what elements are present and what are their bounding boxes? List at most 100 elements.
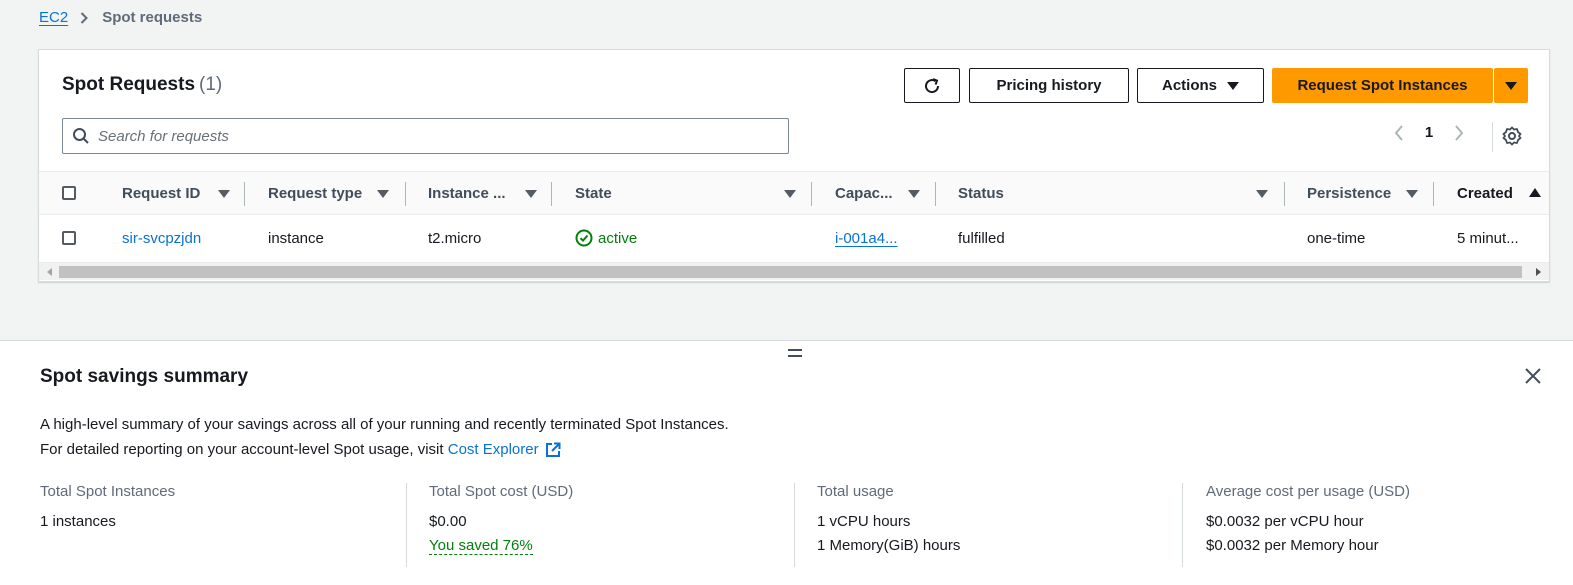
metric-value: 1 Memory(GiB) hours bbox=[817, 537, 961, 554]
breadcrumb: EC2 Spot requests bbox=[39, 9, 202, 26]
sort-icon[interactable] bbox=[784, 190, 796, 198]
column-resizer[interactable] bbox=[1433, 182, 1434, 206]
metric-value: $0.0032 per vCPU hour bbox=[1206, 513, 1364, 530]
caret-down-icon bbox=[1505, 81, 1517, 90]
cost-explorer-link[interactable]: Cost Explorer bbox=[448, 437, 561, 462]
spot-savings-panel: Spot savings summary A high-level summar… bbox=[0, 340, 1573, 585]
metric-total-cost: Total Spot cost (USD) $0.00 You saved 76… bbox=[429, 483, 573, 567]
row-select-cell bbox=[62, 215, 76, 261]
panel-title: Spot savings summary bbox=[40, 366, 249, 387]
page-title: Spot Requests (1) bbox=[62, 74, 222, 96]
metric-divider bbox=[406, 483, 407, 567]
search-icon bbox=[73, 128, 89, 144]
metric-value: 1 vCPU hours bbox=[817, 513, 911, 530]
metric-divider bbox=[1182, 483, 1183, 567]
sort-icon[interactable] bbox=[1256, 190, 1268, 198]
savings-percentage[interactable]: You saved 76% bbox=[429, 537, 533, 555]
table-row[interactable]: sir-svcpzjdn instance t2.micro active i-… bbox=[39, 215, 1549, 261]
capacity-cell: i-001a4... bbox=[835, 215, 898, 261]
select-all-cell bbox=[62, 172, 76, 214]
sort-icon[interactable] bbox=[525, 190, 537, 198]
request-options-dropdown-button[interactable] bbox=[1494, 68, 1528, 103]
metric-value: 1 instances bbox=[40, 513, 116, 530]
metric-label: Average cost per usage (USD) bbox=[1206, 483, 1410, 500]
scroll-right-icon[interactable] bbox=[1536, 268, 1541, 276]
column-resizer[interactable] bbox=[935, 182, 936, 206]
state-cell: active bbox=[575, 215, 637, 261]
request-type-cell: instance bbox=[268, 229, 324, 247]
search-field bbox=[62, 118, 789, 154]
column-resizer[interactable] bbox=[1284, 182, 1285, 206]
chevron-left-icon[interactable] bbox=[1394, 124, 1404, 141]
chevron-right-icon bbox=[80, 11, 89, 24]
persistence-cell: one-time bbox=[1307, 229, 1366, 247]
title-text: Spot Requests bbox=[62, 74, 196, 95]
state-text: active bbox=[598, 229, 638, 247]
scroll-left-icon[interactable] bbox=[47, 268, 52, 276]
sort-icon[interactable] bbox=[1406, 190, 1418, 198]
refresh-button[interactable] bbox=[904, 68, 960, 103]
column-header-persistence[interactable]: Persistence bbox=[1307, 172, 1391, 214]
table-head: Request ID Request type Instance ... Sta… bbox=[39, 171, 1549, 215]
description-line-1: A high-level summary of your savings acr… bbox=[40, 416, 729, 433]
request-id-link[interactable]: sir-svcpzjdn bbox=[122, 215, 201, 261]
metric-value: $0.00 bbox=[429, 513, 467, 530]
request-spot-instances-button[interactable]: Request Spot Instances bbox=[1272, 68, 1493, 103]
sort-ascending-icon[interactable] bbox=[1529, 188, 1541, 197]
sort-icon[interactable] bbox=[908, 190, 920, 198]
close-icon[interactable] bbox=[1524, 367, 1542, 385]
metric-label: Total Spot cost (USD) bbox=[429, 483, 574, 500]
metric-divider bbox=[794, 483, 795, 567]
column-resizer[interactable] bbox=[405, 182, 406, 206]
breadcrumb-ec2-link[interactable]: EC2 bbox=[39, 9, 68, 26]
scroll-thumb[interactable] bbox=[59, 266, 1522, 278]
sort-icon[interactable] bbox=[218, 190, 230, 198]
metric-label: Total Spot Instances bbox=[40, 483, 176, 500]
savings-metrics: Total Spot Instances 1 instances Total S… bbox=[0, 483, 1573, 568]
actions-label: Actions bbox=[1161, 77, 1217, 94]
column-header-status[interactable]: Status bbox=[958, 172, 1004, 214]
column-header-capacity[interactable]: Capac... bbox=[835, 172, 893, 214]
column-header-created[interactable]: Created bbox=[1457, 172, 1513, 214]
column-resizer[interactable] bbox=[811, 182, 812, 206]
title-count: (1) bbox=[199, 74, 223, 95]
external-link-icon bbox=[545, 442, 561, 457]
column-header-instance-type[interactable]: Instance ... bbox=[428, 172, 506, 214]
instance-id-link[interactable]: i-001a4... bbox=[835, 230, 898, 247]
spot-requests-table: Request ID Request type Instance ... Sta… bbox=[39, 171, 1549, 261]
select-all-checkbox[interactable] bbox=[62, 186, 76, 200]
metric-total-usage: Total usage 1 vCPU hours 1 Memory(GiB) h… bbox=[817, 483, 960, 567]
column-header-state[interactable]: State bbox=[575, 172, 612, 214]
actions-dropdown-button[interactable]: Actions bbox=[1137, 68, 1264, 103]
metric-label: Total usage bbox=[817, 483, 894, 500]
cost-explorer-label: Cost Explorer bbox=[447, 441, 539, 458]
metric-value: $0.0032 per Memory hour bbox=[1206, 537, 1379, 554]
table-header-bar: Spot Requests (1) Pricing history Actions… bbox=[39, 50, 1549, 170]
metric-average-cost: Average cost per usage (USD) $0.0032 per… bbox=[1206, 483, 1410, 567]
column-resizer[interactable] bbox=[551, 182, 552, 206]
metric-total-instances: Total Spot Instances 1 instances bbox=[40, 483, 175, 567]
description-text: For detailed reporting on your account-l… bbox=[40, 441, 448, 458]
sort-icon[interactable] bbox=[377, 190, 389, 198]
row-checkbox[interactable] bbox=[62, 231, 76, 245]
created-cell: 5 minut... bbox=[1457, 229, 1519, 247]
pricing-history-button[interactable]: Pricing history bbox=[969, 68, 1129, 103]
settings-icon[interactable] bbox=[1502, 126, 1522, 146]
spot-requests-container: Spot Requests (1) Pricing history Actions… bbox=[38, 49, 1550, 282]
status-cell: fulfilled bbox=[958, 229, 1005, 247]
instance-type-cell: t2.micro bbox=[428, 229, 482, 247]
caret-down-icon bbox=[1227, 81, 1239, 90]
column-header-request-type[interactable]: Request type bbox=[268, 172, 362, 214]
search-input[interactable] bbox=[98, 127, 758, 145]
drag-handle-icon[interactable] bbox=[788, 347, 802, 359]
column-header-request-id[interactable]: Request ID bbox=[122, 172, 200, 214]
current-page[interactable]: 1 bbox=[1418, 124, 1440, 141]
divider bbox=[1492, 122, 1493, 152]
chevron-right-icon[interactable] bbox=[1454, 124, 1464, 141]
pagination: 1 bbox=[1394, 124, 1464, 141]
status-success-icon bbox=[575, 229, 593, 247]
column-resizer[interactable] bbox=[244, 182, 245, 206]
panel-description: A high-level summary of your savings acr… bbox=[40, 412, 729, 462]
horizontal-scrollbar[interactable] bbox=[39, 262, 1549, 280]
refresh-icon bbox=[925, 77, 940, 93]
